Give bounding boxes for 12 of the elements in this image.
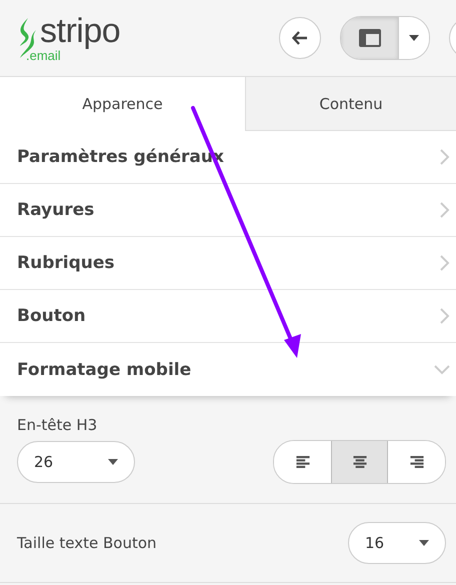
logo-wordmark: stripo: [40, 14, 120, 48]
tab[interactable]: Apparence: [0, 77, 245, 131]
size-select[interactable]: 16: [348, 522, 446, 564]
size-select[interactable]: 26: [17, 441, 135, 483]
logo-suffix: .email: [26, 49, 61, 62]
accordion-item[interactable]: Rubriques: [0, 237, 456, 290]
accordion-item[interactable]: Rayures: [0, 184, 456, 237]
tab[interactable]: Contenu: [245, 77, 456, 131]
accordion-item[interactable]: Bouton: [0, 290, 456, 343]
accordion-item[interactable]: Formatage mobile: [0, 343, 456, 396]
field-label: Taille texte Bouton: [17, 534, 157, 552]
field-label: En-tête H3: [17, 416, 98, 434]
